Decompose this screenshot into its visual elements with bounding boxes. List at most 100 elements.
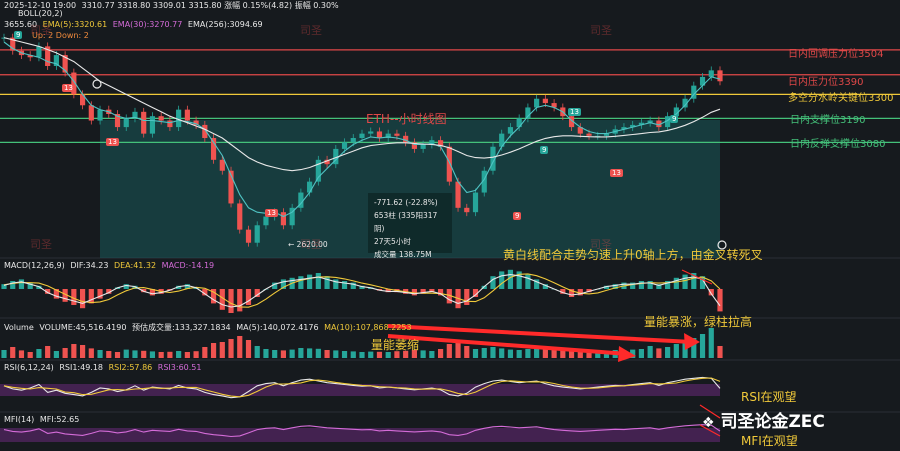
watermark: 司圣 <box>300 238 322 251</box>
volume-bar <box>560 350 566 358</box>
volume-bar <box>228 339 234 358</box>
brand-icon: ❖ <box>702 415 715 431</box>
macd-bar <box>682 274 688 289</box>
volume-bar <box>88 348 94 358</box>
volume-bar <box>149 351 156 358</box>
volume-bar <box>551 350 557 358</box>
level-label-3300: 多空分水岭关键位3300 <box>788 93 894 104</box>
macd-bar <box>464 289 470 305</box>
macd-bar <box>507 269 514 289</box>
volume-bar <box>141 350 147 358</box>
volume-bar <box>184 352 190 358</box>
ema256-label: EMA(256):3094.69 <box>187 20 263 29</box>
macd-note: 黄白线配合走势匀速上升0轴上方，由金叉转死叉 <box>503 248 763 262</box>
volume-bar <box>1 350 7 358</box>
candle-body <box>717 70 723 82</box>
volume-bar <box>18 350 25 358</box>
ema30-label: EMA(30):3270.77 <box>112 20 183 29</box>
volume-bar <box>27 352 33 358</box>
candle-body <box>708 70 714 77</box>
volume-bar <box>36 349 42 358</box>
candle-body <box>263 216 269 226</box>
volume-bar <box>237 336 243 358</box>
volume-bar <box>254 346 260 358</box>
volume-bar <box>123 349 129 358</box>
volume-est: 预估成交量:133,327.1834 <box>131 323 231 332</box>
rsi3-value: RSI3:60.51 <box>157 363 202 372</box>
candle-body <box>245 229 252 243</box>
chart-title: ETH--小时线图 <box>366 112 447 126</box>
volume-bar <box>446 344 452 358</box>
volume-bar <box>298 348 304 358</box>
marker-circle <box>92 79 102 89</box>
volume-bar <box>71 344 77 358</box>
volume-bar <box>272 350 278 358</box>
macd-bar <box>499 271 505 289</box>
candle-body <box>167 120 173 128</box>
candle-body <box>237 203 243 230</box>
tooltip-change: -771.62 (-22.8%) <box>374 198 438 207</box>
brand-text: 司圣论金ZEC <box>720 412 825 432</box>
candle-body <box>280 212 287 226</box>
mfi-name: MFI(14) <box>4 415 35 424</box>
volume-bar <box>263 349 269 358</box>
volume-bar <box>289 349 295 358</box>
watermark: 司圣 <box>590 238 612 251</box>
volume-bar <box>638 349 645 358</box>
badge-13: 13 <box>62 84 75 92</box>
watermark: 司圣 <box>590 24 612 37</box>
mfi-header: MFI(14) MFI:52.65 <box>4 415 82 424</box>
mfi-note: MFI在观望 <box>741 434 798 448</box>
volume-bar <box>10 347 16 358</box>
volume-bar <box>350 351 356 358</box>
level-label-3390: 日内压力位3390 <box>788 77 864 88</box>
volume-bar <box>525 349 531 358</box>
macd-dif: DIF:34.23 <box>70 261 109 270</box>
volume-bar <box>53 351 59 358</box>
volume-bar <box>176 351 182 358</box>
macd-bar <box>237 289 243 312</box>
candle-body <box>36 46 42 58</box>
volume-bar <box>455 341 461 358</box>
watermark: 司圣 <box>30 24 52 37</box>
tooltip-bars: 653柱 (335阳317阴) <box>374 211 438 233</box>
volume-bar <box>516 350 522 358</box>
candle-body <box>455 181 461 208</box>
macd-bar <box>18 279 25 289</box>
tooltip-volume: 成交量 138.75M <box>374 250 432 259</box>
volume-bar <box>472 349 479 358</box>
badge-9-b: 9 <box>540 146 549 154</box>
volume-name: Volume <box>4 323 34 332</box>
volume-bar <box>429 351 435 358</box>
volume-ma5: MA(5):140,072.4176 <box>236 323 319 332</box>
candle-body <box>516 118 522 128</box>
level-label-3504: 日内回调压力位3504 <box>788 49 884 60</box>
macd-bar <box>307 274 313 289</box>
candle-body <box>88 105 94 121</box>
volume-bar <box>481 348 487 358</box>
volume-bar <box>45 346 51 358</box>
volume-bar <box>315 348 321 358</box>
volume-bar <box>437 349 444 358</box>
candle-body <box>376 131 383 138</box>
volume-ma10: MA(10):107,868.2253 <box>324 323 412 332</box>
candle-body <box>141 111 147 134</box>
volume-bar <box>673 344 679 358</box>
volume-bar <box>202 347 208 358</box>
candle-body <box>534 98 540 108</box>
volume-bar <box>490 347 496 358</box>
vol-down-note: 量能萎缩 <box>371 338 420 352</box>
volume-bar <box>420 350 426 358</box>
candle-body <box>149 116 156 134</box>
watermark: 司圣 <box>30 238 52 251</box>
vol-up-note: 量能暴涨，绿柱拉高 <box>644 315 753 329</box>
candle-body <box>307 181 313 193</box>
macd-bar <box>88 289 94 304</box>
level-label-3080: 日内反弹支撑位3080 <box>790 139 886 150</box>
volume-bar <box>699 334 706 358</box>
candle-body <box>359 133 365 138</box>
candle-body <box>368 131 374 134</box>
macd-header: MACD(12,26,9) DIF:34.23 DEA:41.32 MACD:-… <box>4 261 217 270</box>
mfi-value: MFI:52.65 <box>39 415 80 424</box>
candle-body <box>394 133 400 136</box>
